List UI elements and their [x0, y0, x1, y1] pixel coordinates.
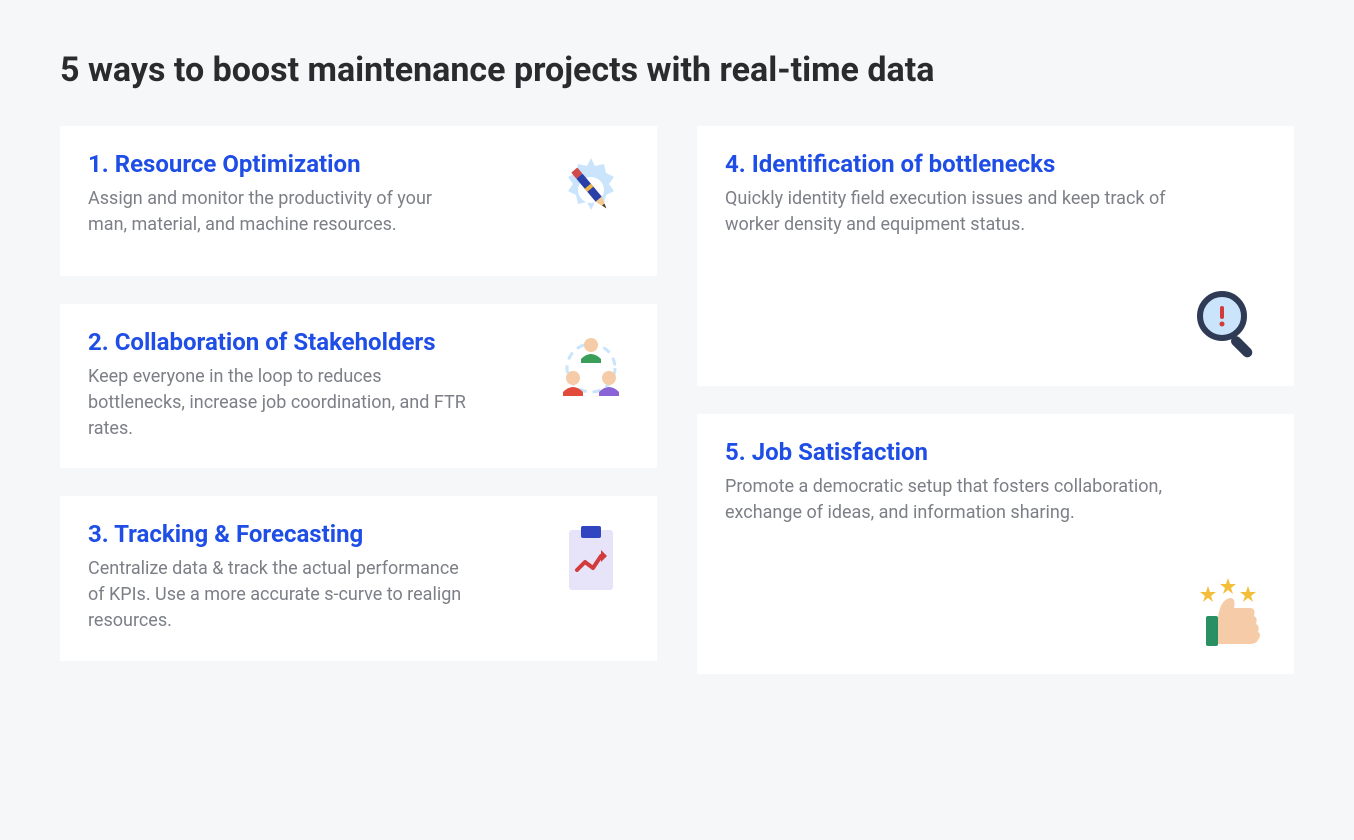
card-description: Quickly identity field execution issues … [725, 186, 1201, 238]
columns: 1. Resource Optimization Assign and moni… [60, 126, 1294, 674]
column-left: 1. Resource Optimization Assign and moni… [60, 126, 657, 674]
card-heading: 4. Identification of bottlenecks [725, 150, 1266, 178]
card-heading: 2. Collaboration of Stakeholders [88, 328, 629, 356]
card-bottlenecks: 4. Identification of bottlenecks Quickly… [697, 126, 1294, 386]
thumbs-up-stars-icon [1188, 572, 1268, 652]
card-description: Centralize data & track the actual perfo… [88, 556, 467, 634]
people-circle-icon [551, 328, 631, 408]
column-right: 4. Identification of bottlenecks Quickly… [697, 126, 1294, 674]
card-description: Keep everyone in the loop to reduces bot… [88, 364, 467, 442]
card-description: Promote a democratic setup that fosters … [725, 474, 1201, 526]
card-tracking: 3. Tracking & Forecasting Centralize dat… [60, 496, 657, 660]
card-resource-optimization: 1. Resource Optimization Assign and moni… [60, 126, 657, 276]
card-job-satisfaction: 5. Job Satisfaction Promote a democratic… [697, 414, 1294, 674]
card-heading: 1. Resource Optimization [88, 150, 629, 178]
card-heading: 3. Tracking & Forecasting [88, 520, 629, 548]
magnifier-alert-icon [1188, 284, 1268, 364]
clipboard-chart-icon [551, 520, 631, 600]
gear-pencil-icon [551, 150, 631, 230]
card-collaboration: 2. Collaboration of Stakeholders Keep ev… [60, 304, 657, 468]
card-heading: 5. Job Satisfaction [725, 438, 1266, 466]
page-title: 5 ways to boost maintenance projects wit… [60, 50, 1294, 90]
card-description: Assign and monitor the productivity of y… [88, 186, 467, 238]
